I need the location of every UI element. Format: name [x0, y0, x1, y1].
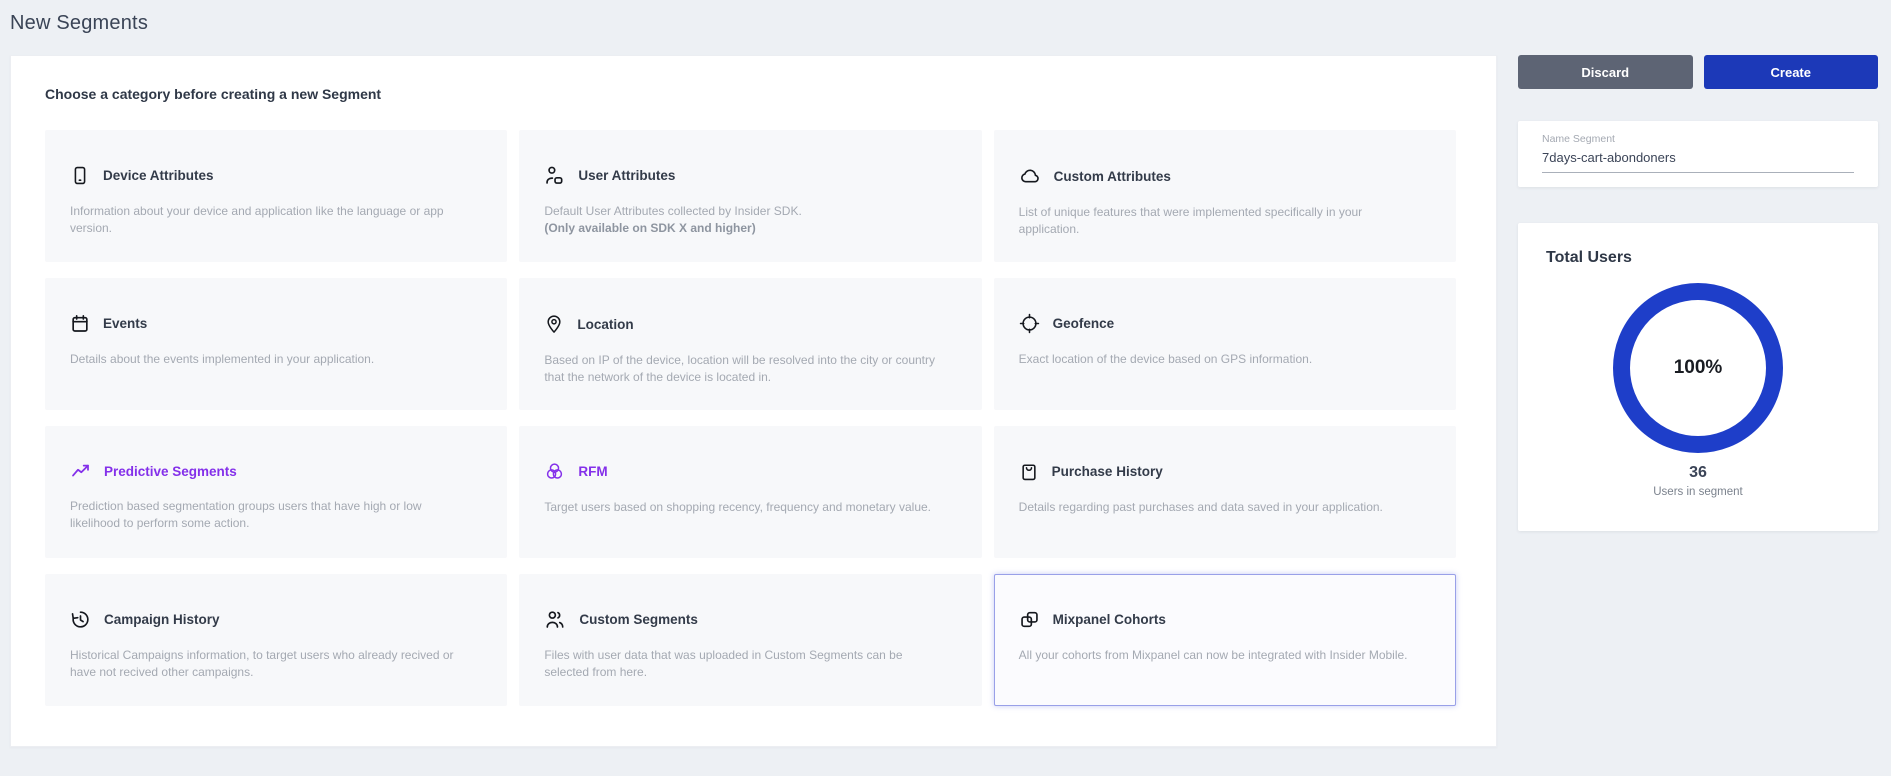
category-title: Geofence — [1053, 316, 1115, 331]
custom-attributes-icon — [1019, 165, 1041, 187]
users-count-caption: Users in segment — [1546, 486, 1850, 498]
category-description: Details regarding past purchases and dat… — [1019, 499, 1421, 516]
create-button[interactable]: Create — [1704, 55, 1879, 89]
category-card-device-attributes[interactable]: Device Attributes Information about your… — [45, 130, 507, 262]
name-segment-label: Name Segment — [1542, 133, 1854, 145]
category-title: Custom Segments — [579, 612, 698, 627]
category-card-purchase-history[interactable]: Purchase History Details regarding past … — [994, 426, 1456, 558]
category-description: Details about the events implemented in … — [70, 351, 472, 368]
mixpanel-cohorts-icon — [1019, 609, 1040, 630]
total-users-card: Total Users 100% 36 Users in segment — [1518, 223, 1878, 531]
donut-percent-label: 100% — [1674, 357, 1723, 379]
geofence-icon — [1019, 313, 1040, 334]
users-count: 36 — [1546, 464, 1850, 482]
category-title: RFM — [578, 464, 607, 479]
panel-heading: Choose a category before creating a new … — [45, 86, 1496, 102]
category-description: Files with user data that was uploaded i… — [544, 647, 946, 681]
total-users-title: Total Users — [1546, 249, 1850, 267]
category-description: Based on IP of the device, location will… — [544, 352, 946, 386]
category-panel: Choose a category before creating a new … — [10, 55, 1497, 747]
category-card-custom-attributes[interactable]: Custom Attributes List of unique feature… — [994, 130, 1456, 262]
segment-actions: Discard Create — [1518, 55, 1878, 89]
category-card-custom-segments[interactable]: Custom Segments Files with user data tha… — [519, 574, 981, 706]
category-description: Target users based on shopping recency, … — [544, 499, 946, 516]
category-description: Prediction based segmentation groups use… — [70, 498, 472, 532]
category-description-note: (Only available on SDK X and higher) — [544, 220, 946, 237]
category-title: User Attributes — [578, 168, 675, 183]
category-title: Events — [103, 316, 147, 331]
category-card-geofence[interactable]: Geofence Exact location of the device ba… — [994, 278, 1456, 410]
name-segment-input[interactable] — [1542, 150, 1854, 173]
category-title: Location — [577, 317, 633, 332]
category-title: Device Attributes — [103, 168, 214, 183]
name-segment-card: Name Segment — [1518, 121, 1878, 187]
category-card-campaign-history[interactable]: Campaign History Historical Campaigns in… — [45, 574, 507, 706]
rfm-icon — [544, 461, 565, 482]
category-card-events[interactable]: Events Details about the events implemen… — [45, 278, 507, 410]
page-title: New Segments — [10, 12, 148, 35]
events-icon — [70, 313, 90, 334]
location-icon — [544, 313, 564, 335]
discard-button[interactable]: Discard — [1518, 55, 1693, 89]
category-grid: Device Attributes Information about your… — [45, 130, 1456, 706]
campaign-history-icon — [70, 609, 91, 630]
category-title: Purchase History — [1052, 464, 1163, 479]
category-card-predictive-segments[interactable]: Predictive Segments Prediction based seg… — [45, 426, 507, 558]
purchase-history-icon — [1019, 461, 1039, 482]
category-description: Historical Campaigns information, to tar… — [70, 647, 472, 681]
user-attributes-icon — [544, 165, 565, 186]
total-users-donut-chart: 100% — [1613, 283, 1783, 453]
category-card-user-attributes[interactable]: User Attributes Default User Attributes … — [519, 130, 981, 262]
category-card-location[interactable]: Location Based on IP of the device, loca… — [519, 278, 981, 410]
category-card-rfm[interactable]: RFM Target users based on shopping recen… — [519, 426, 981, 558]
category-title: Campaign History — [104, 612, 220, 627]
predictive-segments-icon — [70, 461, 91, 481]
custom-segments-icon — [544, 609, 566, 630]
category-description: Default User Attributes collected by Ins… — [544, 203, 946, 220]
category-title: Predictive Segments — [104, 464, 237, 479]
category-description: Information about your device and applic… — [70, 203, 472, 237]
category-title: Custom Attributes — [1054, 169, 1171, 184]
category-description: All your cohorts from Mixpanel can now b… — [1019, 647, 1421, 664]
category-card-mixpanel-cohorts[interactable]: Mixpanel Cohorts All your cohorts from M… — [994, 574, 1456, 706]
category-title: Mixpanel Cohorts — [1053, 612, 1166, 627]
category-description: List of unique features that were implem… — [1019, 204, 1421, 238]
category-description: Exact location of the device based on GP… — [1019, 351, 1421, 368]
device-attributes-icon — [70, 165, 90, 186]
